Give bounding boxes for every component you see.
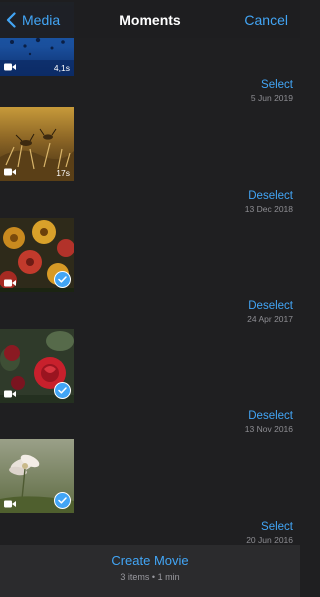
moment-thumbnail-2[interactable] <box>0 218 74 292</box>
moments-list: 4,1s Select 5 Jun 2019 17s Deselect 13 D… <box>0 0 300 597</box>
moment-header-4: Deselect 13 Nov 2016 <box>133 409 293 435</box>
selection-summary: 3 items • 1 min <box>120 572 180 582</box>
video-camera-icon <box>4 390 16 398</box>
moment-date: 13 Dec 2018 <box>244 204 293 214</box>
moment-date: 13 Nov 2016 <box>244 424 293 434</box>
selected-checkmark-icon <box>54 492 71 509</box>
deselect-button[interactable]: Deselect <box>133 189 293 203</box>
bottom-toolbar: Create Movie 3 items • 1 min <box>0 545 300 597</box>
moment-thumbnail-1[interactable]: 17s <box>0 107 74 181</box>
video-camera-icon <box>4 63 16 71</box>
selected-checkmark-icon <box>54 271 71 288</box>
video-camera-icon <box>4 168 16 176</box>
deselect-button[interactable]: Deselect <box>133 409 293 423</box>
video-duration: 4,1s <box>53 63 70 73</box>
moment-header-3: Deselect 24 Apr 2017 <box>133 299 293 325</box>
video-camera-icon <box>4 279 16 287</box>
moment-header-5: Select 20 Jun 2016 <box>133 520 293 546</box>
moment-thumbnail-4[interactable] <box>0 439 74 513</box>
video-duration: 17s <box>56 168 70 178</box>
moment-header-2: Deselect 13 Dec 2018 <box>133 189 293 215</box>
moment-date: 24 Apr 2017 <box>247 314 293 324</box>
select-button[interactable]: Select <box>133 520 293 534</box>
select-button[interactable]: Select <box>133 78 293 92</box>
cancel-button[interactable]: Cancel <box>244 10 288 30</box>
selected-checkmark-icon <box>54 382 71 399</box>
create-movie-button[interactable]: Create Movie <box>0 553 300 569</box>
moment-header-1: Select 5 Jun 2019 <box>133 78 293 104</box>
moment-date: 5 Jun 2019 <box>250 93 293 103</box>
video-camera-icon <box>4 500 16 508</box>
navigation-bar: Media Moments Cancel <box>0 0 300 38</box>
deselect-button[interactable]: Deselect <box>133 299 293 313</box>
moment-thumbnail-3[interactable] <box>0 329 74 403</box>
